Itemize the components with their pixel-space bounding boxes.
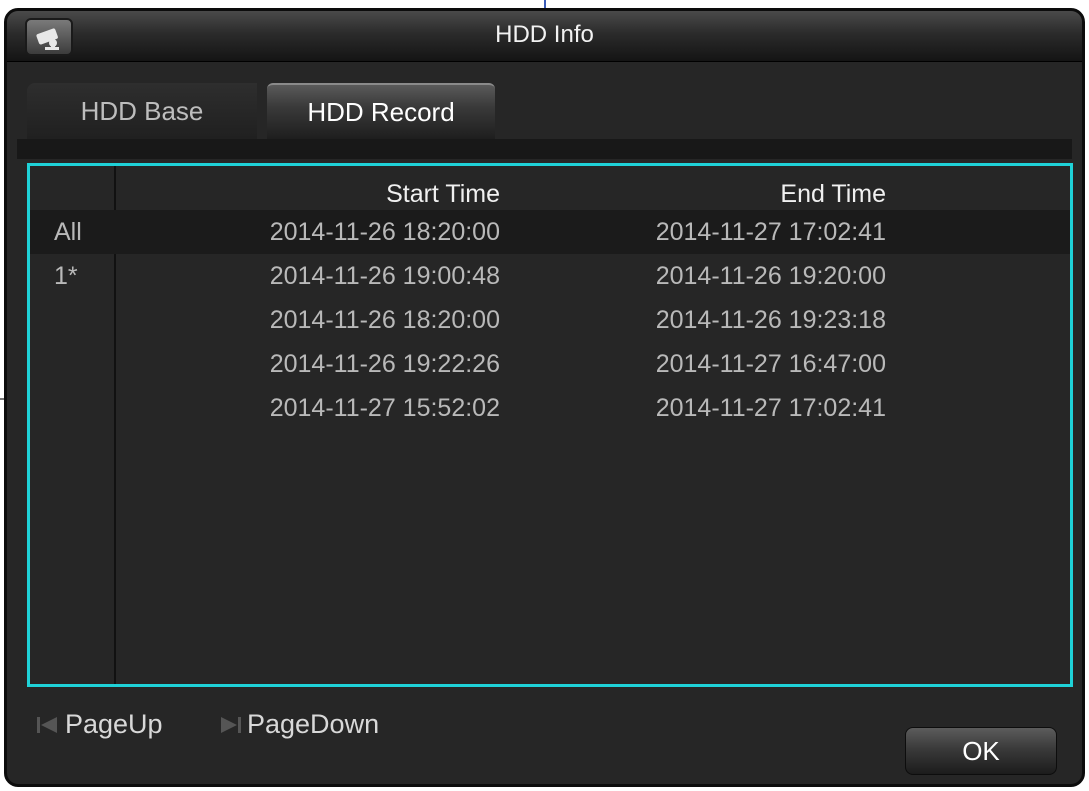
start-time-cell: 2014-11-26 19:22:26: [269, 350, 500, 378]
start-time-cell: 2014-11-26 18:20:00: [269, 218, 500, 246]
table-row[interactable]: 2014-11-27 15:52:02 2014-11-27 17:02:41: [30, 386, 1070, 430]
record-table: Start Time End Time All 2014-11-26 18:20…: [27, 163, 1073, 687]
tab-hdd-base[interactable]: HDD Base: [27, 83, 257, 139]
dialog-title: HDD Info: [495, 21, 594, 48]
start-time-cell: 2014-11-26 18:20:00: [269, 306, 500, 334]
page-down-label: PageDown: [247, 709, 380, 739]
end-time-cell: 2014-11-27 16:47:00: [655, 350, 886, 378]
end-time-cell: 2014-11-26 19:20:00: [655, 262, 886, 290]
end-time-cell: 2014-11-26 19:23:18: [655, 306, 886, 334]
column-header-start-time: Start Time: [386, 180, 500, 208]
page-down-button[interactable]: PageDown: [217, 709, 379, 740]
hdd-info-dialog: HDD Info HDD Base HDD Record Start Time …: [4, 8, 1085, 787]
page-up-button[interactable]: PageUp: [35, 709, 163, 740]
dialog-footer: PageUp PageDown OK: [7, 691, 1082, 784]
table-row[interactable]: 2014-11-26 18:20:00 2014-11-26 19:23:18: [30, 298, 1070, 342]
tab-bar: HDD Base HDD Record: [27, 83, 507, 139]
page-up-icon: [35, 712, 61, 738]
title-bar: HDD Info: [7, 11, 1082, 62]
page-down-icon: [217, 712, 243, 738]
table-row[interactable]: 2014-11-26 19:22:26 2014-11-27 16:47:00: [30, 342, 1070, 386]
column-header-end-time: End Time: [780, 180, 886, 208]
tab-hdd-record[interactable]: HDD Record: [267, 83, 495, 139]
page-up-label: PageUp: [65, 709, 163, 739]
table-row[interactable]: 1* 2014-11-26 19:00:48 2014-11-26 19:20:…: [30, 254, 1070, 298]
start-time-cell: 2014-11-27 15:52:02: [269, 394, 500, 422]
tab-content-divider: [17, 139, 1072, 159]
row-label: All: [54, 218, 82, 246]
start-time-cell: 2014-11-26 19:00:48: [269, 262, 500, 290]
table-header: Start Time End Time: [30, 166, 1070, 208]
end-time-cell: 2014-11-27 17:02:41: [655, 218, 886, 246]
end-time-cell: 2014-11-27 17:02:41: [655, 394, 886, 422]
table-row[interactable]: All 2014-11-26 18:20:00 2014-11-27 17:02…: [30, 210, 1070, 254]
ok-button[interactable]: OK: [905, 727, 1057, 775]
row-label: 1*: [54, 262, 78, 290]
